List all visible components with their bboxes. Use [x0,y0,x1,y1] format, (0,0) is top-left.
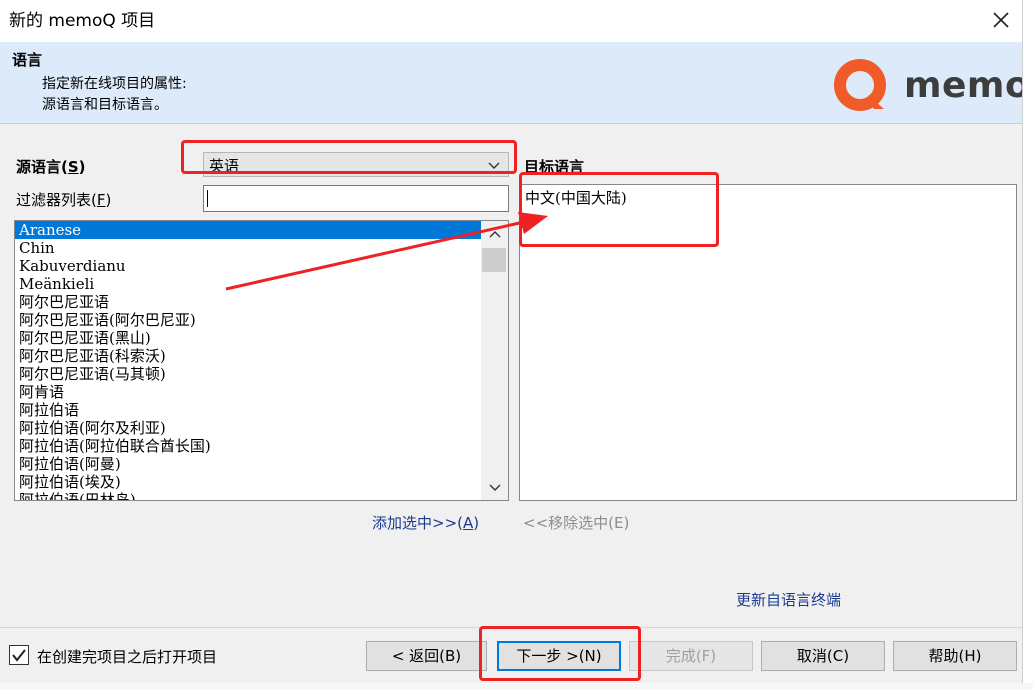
add-selected-button[interactable]: 添加选中>>(A) [372,512,479,533]
source-list-scrollbar[interactable] [481,221,508,500]
memoq-logo: memoq [834,59,1033,111]
source-language-item[interactable]: 阿尔巴尼亚语(阿尔巴尼亚) [15,311,482,329]
new-project-dialog: 新的 memoQ 项目 语言 指定新在线项目的属性: 源语言和目标语言。 mem… [0,0,1033,690]
source-language-item[interactable]: 阿尔巴尼亚语(马其顿) [15,365,482,383]
update-from-language-terminal-link[interactable]: 更新自语言终端 [736,589,841,610]
help-button[interactable]: 帮助(H) [893,641,1017,671]
filter-list-label: 过滤器列表(F) [16,191,112,209]
page-description-line2: 源语言和目标语言。 [42,97,168,113]
text-caret [207,190,208,207]
open-after-create-label[interactable]: 在创建完项目之后打开项目 [37,646,217,667]
source-language-item[interactable]: 阿尔巴尼亚语(科索沃) [15,347,482,365]
source-language-item[interactable]: 阿拉伯语(阿拉伯联合酋长国) [15,437,482,455]
page-description-line1: 指定新在线项目的属性: [42,76,187,92]
source-language-value: 英语 [209,157,240,175]
window-title: 新的 memoQ 项目 [9,11,156,31]
source-language-select[interactable]: 英语 [203,152,509,177]
source-language-item[interactable]: Aranese [15,221,482,239]
source-language-item[interactable]: 阿肯语 [15,383,482,401]
target-language-list[interactable]: 中文(中国大陆) [519,184,1017,501]
background-window-bottom [0,683,1033,690]
filter-list-input[interactable] [203,185,509,212]
close-icon[interactable] [988,7,1014,33]
title-bar: 新的 memoQ 项目 [0,0,1022,42]
footer-divider [0,627,1022,628]
source-language-item[interactable]: Kabuverdianu [15,257,482,275]
open-after-create-checkbox[interactable] [9,645,29,665]
target-language-label: 目标语言 [524,158,585,176]
background-window-edge [1022,0,1033,690]
remove-selected-button[interactable]: <<移除选中(E) [523,512,629,533]
checkmark-icon [12,649,26,662]
source-language-item[interactable]: 阿拉伯语(埃及) [15,473,482,491]
wizard-header: 语言 指定新在线项目的属性: 源语言和目标语言。 memoq [0,42,1033,124]
source-language-items: Aranese Chin Kabuverdianu Meänkieli 阿尔巴尼亚语 阿尔… [15,221,482,500]
chevron-up-icon[interactable] [489,229,501,241]
finish-button[interactable]: 完成(F) [629,641,753,671]
source-language-item[interactable]: 阿拉伯语(阿曼) [15,455,482,473]
source-language-item[interactable]: 阿尔巴尼亚语 [15,293,482,311]
source-language-item[interactable]: Chin [15,239,482,257]
source-language-label: 源语言(S) [16,158,86,176]
target-language-item[interactable]: 中文(中国大陆) [525,187,627,208]
memoq-logo-icon [834,59,886,111]
source-language-item[interactable]: 阿尔巴尼亚语(黑山) [15,329,482,347]
source-language-item[interactable]: Meänkieli [15,275,482,293]
memoq-logo-text: memoq [904,65,1033,106]
source-language-item[interactable]: 阿拉伯语(阿尔及利亚) [15,419,482,437]
cancel-button[interactable]: 取消(C) [761,641,885,671]
chevron-down-icon[interactable] [489,481,501,493]
scrollbar-thumb[interactable] [482,248,506,272]
source-language-list[interactable]: Aranese Chin Kabuverdianu Meänkieli 阿尔巴尼亚语 阿尔… [14,220,509,501]
chevron-down-icon [488,162,500,169]
source-language-item[interactable]: 阿拉伯语(巴林岛) [15,491,482,500]
back-button[interactable]: < 返回(B) [366,641,487,671]
source-language-item[interactable]: 阿拉伯语 [15,401,482,419]
page-title: 语言 [12,51,43,69]
next-button[interactable]: 下一步 >(N) [497,641,621,671]
